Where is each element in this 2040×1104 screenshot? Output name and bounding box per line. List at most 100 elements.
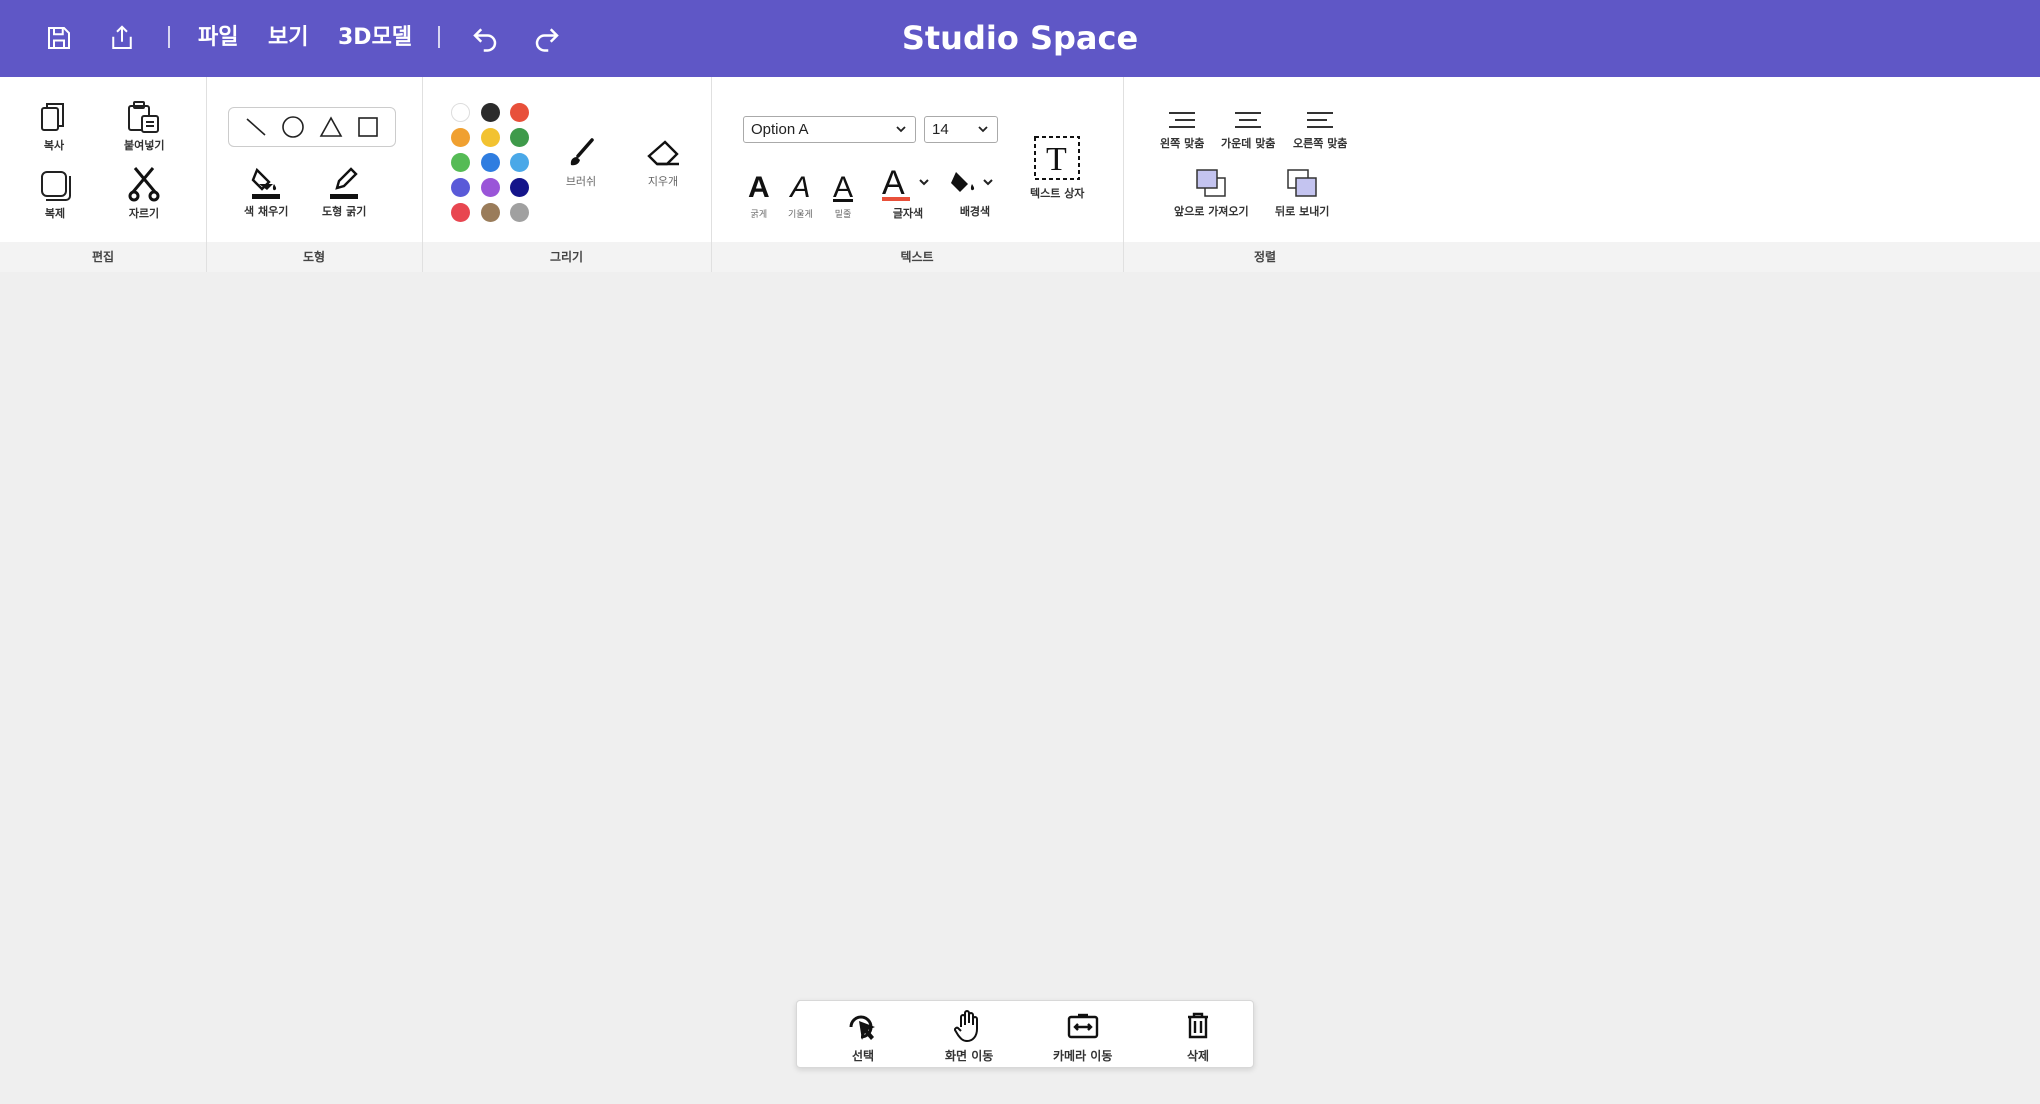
triangle-shape-icon[interactable] (317, 113, 345, 141)
color-swatch[interactable] (451, 103, 470, 122)
color-swatch[interactable] (481, 103, 500, 122)
drawing-canvas[interactable] (0, 272, 2040, 1104)
group-label-draw: 그리기 (549, 250, 584, 264)
chevron-down-icon (896, 126, 906, 133)
align-left-icon (1167, 110, 1197, 132)
color-swatch[interactable] (510, 128, 529, 147)
trash-icon (1188, 1012, 1208, 1039)
font-size-value: 14 (932, 121, 949, 138)
text-box-button[interactable]: T 텍스트 상자 (1030, 134, 1084, 201)
font-size-select[interactable]: 14 (924, 116, 998, 143)
eraser-label: 지우개 (647, 175, 679, 188)
copy-icon (38, 100, 70, 134)
send-backward-button[interactable]: 뒤로 보내기 (1275, 166, 1329, 219)
menu-file[interactable]: 파일 (198, 21, 238, 55)
align-left-button[interactable]: 왼쪽 맞춤 (1160, 110, 1204, 151)
rectangle-shape-icon[interactable] (354, 113, 382, 141)
toolbar-divider (438, 26, 440, 48)
font-family-value: Option A (751, 121, 809, 138)
pan-tool-label: 화면 이동 (945, 1049, 994, 1063)
align-right-icon (1305, 110, 1335, 132)
eraser-icon (645, 138, 681, 170)
color-swatch[interactable] (481, 178, 500, 197)
font-family-select[interactable]: Option A (743, 116, 916, 143)
background-color-button[interactable]: 배경색 (950, 166, 1000, 219)
svg-text:A: A (882, 164, 905, 202)
pan-tool-button[interactable]: 화면 이동 (945, 1009, 993, 1064)
cut-label: 자르기 (128, 207, 160, 220)
color-swatch[interactable] (451, 153, 470, 172)
copy-button[interactable]: 복사 (38, 100, 70, 153)
font-color-button[interactable]: A 글자색 (880, 164, 936, 221)
color-swatch[interactable] (481, 153, 500, 172)
color-swatch[interactable] (451, 128, 470, 147)
font-color-label: 글자색 (892, 207, 924, 220)
align-left-label: 왼쪽 맞춤 (1160, 137, 1205, 150)
save-icon[interactable] (42, 21, 76, 55)
share-icon[interactable] (105, 21, 139, 55)
shape-outline-label: 도형 굵기 (322, 205, 367, 218)
select-tool-label: 선택 (851, 1049, 875, 1063)
group-label-edit: 편집 (91, 250, 115, 264)
shape-outline-button[interactable]: 도형 굵기 (322, 166, 366, 219)
menu-view[interactable]: 보기 (268, 21, 308, 55)
delete-button[interactable]: 삭제 (1180, 1009, 1216, 1064)
undo-icon[interactable] (468, 21, 502, 55)
paste-button[interactable]: 붙여넣기 (124, 100, 164, 153)
group-label-arrange: 정렬 (1253, 250, 1277, 264)
camera-move-label: 카메라 이동 (1053, 1049, 1113, 1063)
color-swatch[interactable] (481, 203, 500, 222)
italic-button[interactable]: A 기울게 (788, 172, 813, 221)
eraser-button[interactable]: 지우개 (645, 138, 681, 189)
group-label-text: 텍스트 (900, 250, 934, 264)
redo-icon[interactable] (530, 21, 564, 55)
color-swatch[interactable] (451, 203, 470, 222)
menu-3d-model[interactable]: 3D모델 (338, 21, 412, 55)
brush-label: 브러쉬 (565, 175, 597, 188)
bring-forward-icon (1193, 166, 1229, 200)
align-center-label: 가운데 맞춤 (1221, 137, 1276, 150)
bold-button[interactable]: A 굵게 (748, 172, 770, 221)
group-divider (206, 77, 207, 272)
duplicate-label: 복제 (44, 207, 66, 220)
paste-label: 붙여넣기 (124, 139, 165, 152)
duplicate-button[interactable]: 복제 (38, 168, 72, 221)
color-swatch[interactable] (451, 178, 470, 197)
scissors-icon (127, 166, 161, 202)
select-tool-button[interactable]: 선택 (845, 1009, 881, 1064)
copy-label: 복사 (43, 139, 65, 152)
bring-forward-label: 앞으로 가져오기 (1174, 205, 1249, 218)
brush-button[interactable]: 브러쉬 (564, 138, 598, 189)
duplicate-icon (38, 168, 72, 202)
underline-icon: A (833, 171, 854, 204)
background-color-label: 배경색 (959, 205, 991, 218)
line-shape-icon[interactable] (242, 113, 270, 141)
toolbar-divider (168, 26, 170, 48)
color-swatch[interactable] (510, 153, 529, 172)
paint-bucket-icon (249, 166, 283, 200)
cursor-select-icon (849, 1015, 875, 1040)
color-swatch[interactable] (510, 103, 529, 122)
text-box-label: 텍스트 상자 (1030, 187, 1085, 200)
align-right-label: 오른쪽 맞춤 (1293, 137, 1348, 150)
align-center-button[interactable]: 가운데 맞춤 (1221, 110, 1275, 151)
align-right-button[interactable]: 오른쪽 맞춤 (1293, 110, 1347, 151)
ribbon (0, 77, 2040, 242)
italic-label: 기울게 (788, 210, 813, 220)
cut-button[interactable]: 자르기 (127, 166, 161, 221)
svg-text:T: T (1046, 141, 1067, 178)
color-swatch[interactable] (481, 128, 500, 147)
delete-label: 삭제 (1186, 1049, 1210, 1063)
color-swatch[interactable] (510, 178, 529, 197)
bottom-toolbar: 선택 화면 이동 카메라 이동 삭제 (796, 1000, 1254, 1068)
group-divider (711, 77, 712, 272)
bring-forward-button[interactable]: 앞으로 가져오기 (1174, 166, 1249, 219)
color-swatch[interactable] (510, 203, 529, 222)
fill-color-button[interactable]: 색 채우기 (244, 166, 288, 219)
paste-icon (125, 100, 163, 134)
pencil-icon (327, 166, 361, 200)
circle-shape-icon[interactable] (279, 113, 307, 141)
underline-button[interactable]: A 밑줄 (833, 171, 854, 221)
bold-label: 굵게 (750, 210, 768, 220)
camera-move-button[interactable]: 카메라 이동 (1053, 1009, 1112, 1064)
